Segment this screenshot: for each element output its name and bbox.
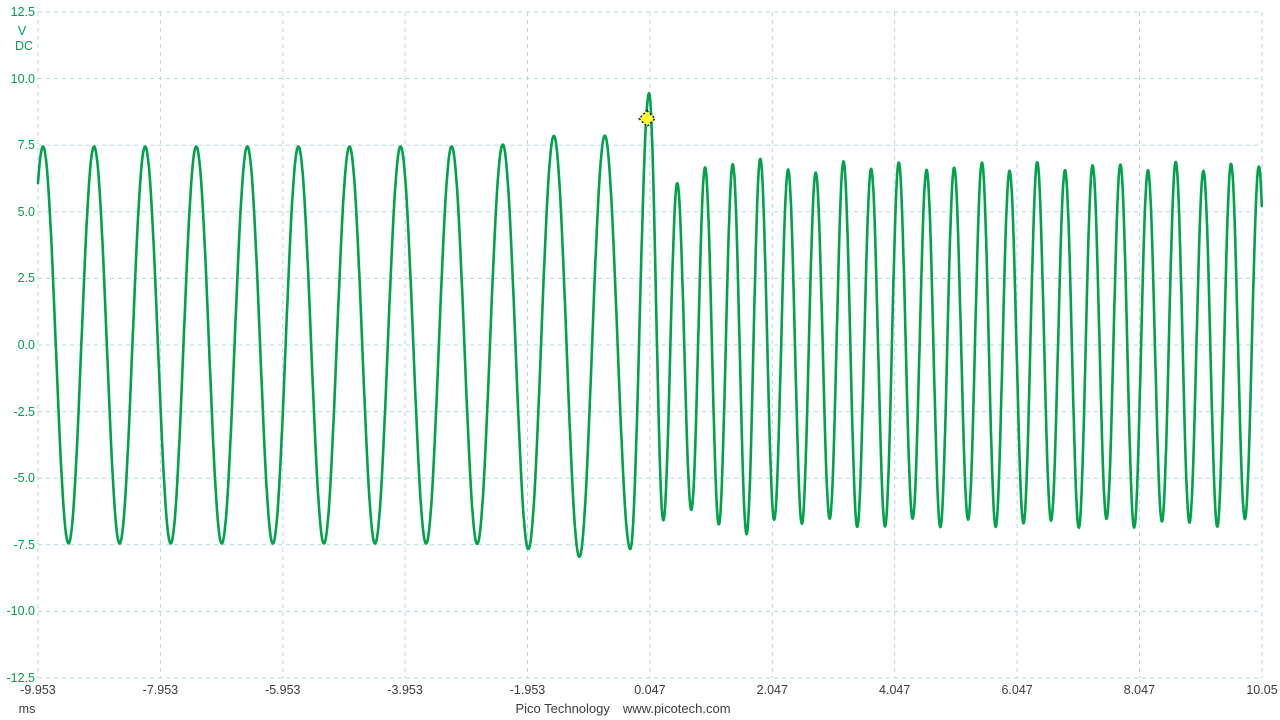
y-tick-label: 12.5 bbox=[11, 5, 35, 19]
y-tick-label: 7.5 bbox=[18, 138, 35, 152]
x-tick-label: -9.953 bbox=[20, 683, 55, 697]
footer: Pico Technology www.picotech.com bbox=[515, 701, 730, 716]
y-tick-label: -7.5 bbox=[13, 538, 35, 552]
x-tick-label: -3.953 bbox=[387, 683, 422, 697]
x-tick-label: 2.047 bbox=[757, 683, 788, 697]
y-axis-unit: V bbox=[18, 24, 26, 38]
scope-display: 12.510.07.55.02.50.0-2.5-5.0-7.5-10.0-12… bbox=[0, 0, 1280, 720]
y-tick-label: 2.5 bbox=[18, 271, 35, 285]
x-tick-label: 4.047 bbox=[879, 683, 910, 697]
y-tick-label: -5.0 bbox=[13, 471, 35, 485]
x-tick-label: 8.047 bbox=[1124, 683, 1155, 697]
x-tick-label: 10.05 bbox=[1246, 683, 1277, 697]
waveform-plot[interactable] bbox=[0, 0, 1280, 720]
x-tick-label: 6.047 bbox=[1001, 683, 1032, 697]
y-tick-label: -10.0 bbox=[7, 604, 36, 618]
footer-url: www.picotech.com bbox=[623, 701, 731, 716]
x-axis-unit: ms bbox=[19, 702, 36, 716]
x-tick-label: -7.953 bbox=[143, 683, 178, 697]
x-tick-label: -1.953 bbox=[510, 683, 545, 697]
y-tick-label: 0.0 bbox=[18, 338, 35, 352]
y-tick-label: -2.5 bbox=[13, 405, 35, 419]
x-tick-label: -5.953 bbox=[265, 683, 300, 697]
y-tick-label: 5.0 bbox=[18, 205, 35, 219]
coupling-label: DC bbox=[15, 39, 33, 53]
y-tick-label: 10.0 bbox=[11, 72, 35, 86]
x-tick-label: 0.047 bbox=[634, 683, 665, 697]
footer-brand: Pico Technology bbox=[515, 701, 609, 716]
